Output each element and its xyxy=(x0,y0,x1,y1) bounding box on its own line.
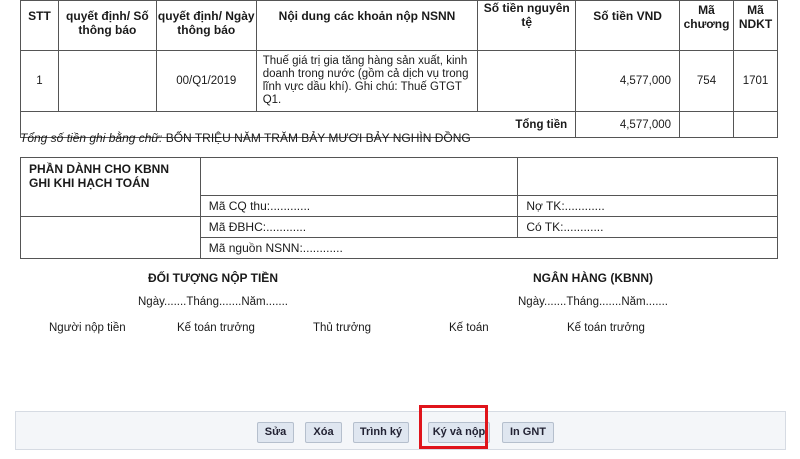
table-row: 1 00/Q1/2019 Thuế giá trị gia tăng hàng … xyxy=(20,50,778,112)
amount-in-words: Tổng số tiền ghi bằng chữ: BỐN TRIỆU NĂM… xyxy=(20,131,471,145)
cell-stt: 1 xyxy=(20,50,59,112)
highlight-box xyxy=(419,405,488,449)
header-ndkt-code: Mã NDKT xyxy=(733,0,778,51)
payer-date-line: Ngày.......Tháng.......Năm....... xyxy=(138,296,288,308)
payer-role-chief-accountant: Kế toán trưởng xyxy=(177,322,255,334)
payer-title: ĐỐI TƯỢNG NỘP TIỀN xyxy=(148,271,278,285)
action-toolbar: Sửa Xóa Trình ký Ký và nộp In GNT xyxy=(15,411,786,450)
cell-vnd-amount: 4,577,000 xyxy=(575,50,681,112)
total-vnd: 4,577,000 xyxy=(575,111,681,138)
cell-ndkt-code: 1701 xyxy=(733,50,778,112)
amount-in-words-value: BỐN TRIỆU NĂM TRĂM BẢY MƯƠI BẢY NGHÌN ĐỒ… xyxy=(165,131,471,145)
header-orig-amount: Số tiền nguyên tệ xyxy=(477,0,577,51)
cell-orig-amount xyxy=(477,50,577,112)
bank-role-accountant: Kế toán xyxy=(449,322,489,334)
header-content: Nội dung các khoản nộp NSNN xyxy=(255,0,479,51)
header-chapter-code: Mã chương xyxy=(679,0,734,51)
bank-title: NGÂN HÀNG (KBNN) xyxy=(533,271,653,285)
tax-items-table: STT quyết định/ Số thông báo quyết định/… xyxy=(19,0,778,138)
kbnn-title: PHẦN DÀNH CHO KBNN GHI KHI HẠCH TOÁN xyxy=(20,157,201,217)
kbnn-accounting-table: PHẦN DÀNH CHO KBNN GHI KHI HẠCH TOÁN Mã … xyxy=(20,157,779,259)
co-tk: Có TK:............ xyxy=(517,216,778,238)
cell-chapter-code: 754 xyxy=(679,50,734,112)
payer-role-payer: Người nộp tiền xyxy=(49,322,126,334)
print-gnt-button[interactable]: In GNT xyxy=(502,422,554,443)
kbnn-blank-cell xyxy=(20,216,201,259)
no-tk: Nợ TK:............ xyxy=(517,195,778,217)
header-decision-no: quyết định/ Số thông báo xyxy=(57,0,157,51)
ma-dbhc: Mã ĐBHC:............ xyxy=(199,216,519,238)
payer-role-head: Thủ trưởng xyxy=(313,322,372,334)
cell-decision-no xyxy=(57,50,157,112)
submit-for-signing-button[interactable]: Trình ký xyxy=(353,422,409,443)
bank-date-line: Ngày.......Tháng.......Năm....... xyxy=(518,296,668,308)
header-vnd-amount: Số tiền VND xyxy=(575,0,681,51)
cell-decision-date: 00/Q1/2019 xyxy=(155,50,257,112)
ma-nguon-nsnn: Mã nguồn NSNN:............ xyxy=(199,237,779,259)
delete-button[interactable]: Xóa xyxy=(305,422,342,443)
header-stt: STT xyxy=(20,0,59,51)
total-empty-cell xyxy=(679,111,734,138)
bank-role-chief-accountant: Kế toán trưởng xyxy=(567,322,645,334)
table-header-row: STT quyết định/ Số thông báo quyết định/… xyxy=(20,0,778,51)
kbnn-blank-cell xyxy=(517,157,778,196)
header-decision-date: quyết định/ Ngày thông báo xyxy=(155,0,257,51)
cell-content: Thuế giá trị gia tăng hàng sản xuất, kin… xyxy=(255,50,479,112)
edit-button[interactable]: Sửa xyxy=(257,422,294,443)
amount-in-words-label: Tổng số tiền ghi bằng chữ: xyxy=(20,131,163,145)
kbnn-blank-cell xyxy=(199,157,519,196)
ma-cq-thu: Mã CQ thu:............ xyxy=(199,195,519,217)
total-empty-cell xyxy=(733,111,778,138)
